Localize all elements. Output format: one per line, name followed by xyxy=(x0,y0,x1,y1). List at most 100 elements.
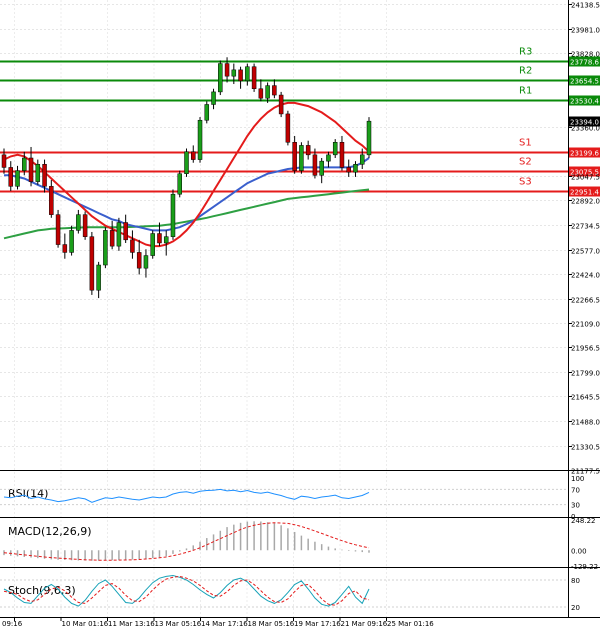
candle-body xyxy=(170,193,176,237)
current-price-label: 23394.0 xyxy=(570,119,599,127)
candle-body xyxy=(339,142,345,168)
time-tick-label: 11 Mar 13:16 xyxy=(108,620,155,628)
candle-body xyxy=(326,154,331,162)
level-value-s1: 23199.6 xyxy=(570,150,599,158)
candle-body xyxy=(89,236,95,291)
price-tick-label: 22424.0 xyxy=(571,272,600,280)
candle-body xyxy=(305,145,311,156)
price-axis: 24138.523981.023828.023360.023047.522892… xyxy=(568,2,600,476)
price-tick-label: 21330.5 xyxy=(571,444,600,452)
candle-body xyxy=(22,157,27,171)
candle-body xyxy=(197,119,203,160)
candle-body xyxy=(299,145,304,171)
candle-body xyxy=(312,154,318,176)
candle-body xyxy=(231,69,237,77)
candle-body xyxy=(353,164,358,173)
level-name-r3: R3 xyxy=(519,47,532,58)
candle-body xyxy=(76,214,81,231)
candle-body xyxy=(319,160,324,176)
price-tick-label: 22734.5 xyxy=(571,223,600,231)
rsi-panel: RSI(14) 10070300 xyxy=(0,475,584,521)
price-tick-label: 23047.5 xyxy=(571,174,600,182)
candle-body xyxy=(130,239,135,253)
price-tick-label: 21956.5 xyxy=(571,345,600,353)
price-tick-label: 22577.0 xyxy=(571,248,600,256)
candle-body xyxy=(278,94,284,115)
price-tick-label: 23828.0 xyxy=(571,51,600,59)
stoch-panel: Stoch(9,6,3) 80 20 xyxy=(0,574,580,612)
candle-body xyxy=(157,233,162,244)
candle-body xyxy=(292,142,297,171)
candle-body xyxy=(245,66,250,82)
candle-body xyxy=(116,222,122,247)
candle-body xyxy=(1,154,7,168)
time-tick-label: 18 Mar 05:16 xyxy=(248,620,295,628)
level-value-s3: 22951.4 xyxy=(570,189,599,197)
level-value-r2: 23654.5 xyxy=(570,78,599,86)
candle-body xyxy=(332,142,338,156)
price-tick-label: 23981.0 xyxy=(571,27,600,35)
rsi-tick-label: 70 xyxy=(571,486,580,494)
stoch-tick-label: 80 xyxy=(571,577,580,585)
level-value-r1: 23530.4 xyxy=(570,98,599,106)
price-tick-label: 22109.0 xyxy=(571,321,600,329)
candle-body xyxy=(69,230,74,253)
candle-body xyxy=(258,88,264,99)
macd-tick-label: 0.00 xyxy=(571,547,587,555)
stoch-tick-label: 20 xyxy=(571,604,580,612)
rsi-tick-label: 100 xyxy=(571,475,584,483)
price-tick-label: 21645.5 xyxy=(571,394,600,402)
time-tick-label: 21 Mar 09:16 xyxy=(341,620,388,628)
price-tick-label: 21799.0 xyxy=(571,370,600,378)
rsi-line xyxy=(3,488,370,503)
candle-body xyxy=(191,151,196,160)
candle-body xyxy=(143,255,149,269)
price-tick-label: 22892.0 xyxy=(571,198,600,206)
time-tick-label: 19 Mar 17:16 xyxy=(294,620,341,628)
candle-body xyxy=(49,186,54,215)
candle-body xyxy=(224,63,230,77)
candle-body xyxy=(109,230,115,247)
price-tick-label: 21488.0 xyxy=(571,419,600,427)
time-tick-label: 13 Mar 05:16 xyxy=(155,620,202,628)
candle-body xyxy=(346,167,351,173)
candle-body xyxy=(123,222,128,241)
candle-body xyxy=(82,214,88,237)
candle-body xyxy=(62,244,68,253)
candle-body xyxy=(177,173,182,195)
candle-body xyxy=(150,233,155,256)
candle-body xyxy=(265,85,270,99)
time-tick-label: 14 Mar 17:16 xyxy=(201,620,248,628)
candle-body xyxy=(218,63,223,93)
candle-body xyxy=(8,167,14,187)
candle-body xyxy=(55,214,61,245)
candle-body xyxy=(359,154,365,165)
level-value-r3: 23778.6 xyxy=(570,59,599,67)
level-name-r2: R2 xyxy=(519,66,532,77)
price-tick-label: 24138.5 xyxy=(571,2,600,10)
candle-body xyxy=(204,104,210,121)
time-tick-label: 09:16 xyxy=(2,620,23,628)
candle-body xyxy=(238,69,243,82)
time-tick-label: 25 Mar 01:16 xyxy=(387,620,434,628)
candle-body xyxy=(163,236,169,244)
candle-body xyxy=(96,264,101,291)
candle-body xyxy=(366,120,372,156)
candle-body xyxy=(251,66,257,89)
candle-body xyxy=(103,230,108,266)
candle-body xyxy=(285,113,291,143)
candle-body xyxy=(15,170,20,187)
candle-body xyxy=(42,164,47,187)
candle-body xyxy=(28,157,34,182)
level-name-r1: R1 xyxy=(519,86,532,97)
candle-body xyxy=(272,85,277,96)
macd-panel: MACD(12,26,9) 248.220.00-129.22 xyxy=(3,517,598,571)
stoch-label: Stoch(9,6,3) xyxy=(8,584,76,597)
rsi-tick-label: 30 xyxy=(571,502,580,510)
candle-body xyxy=(211,91,216,105)
candle-body xyxy=(136,252,142,269)
time-tick-label: 10 Mar 01:16 xyxy=(62,620,109,628)
level-name-s2: S2 xyxy=(519,157,532,168)
level-name-s3: S3 xyxy=(519,177,532,188)
macd-tick-label: 248.22 xyxy=(571,517,596,525)
